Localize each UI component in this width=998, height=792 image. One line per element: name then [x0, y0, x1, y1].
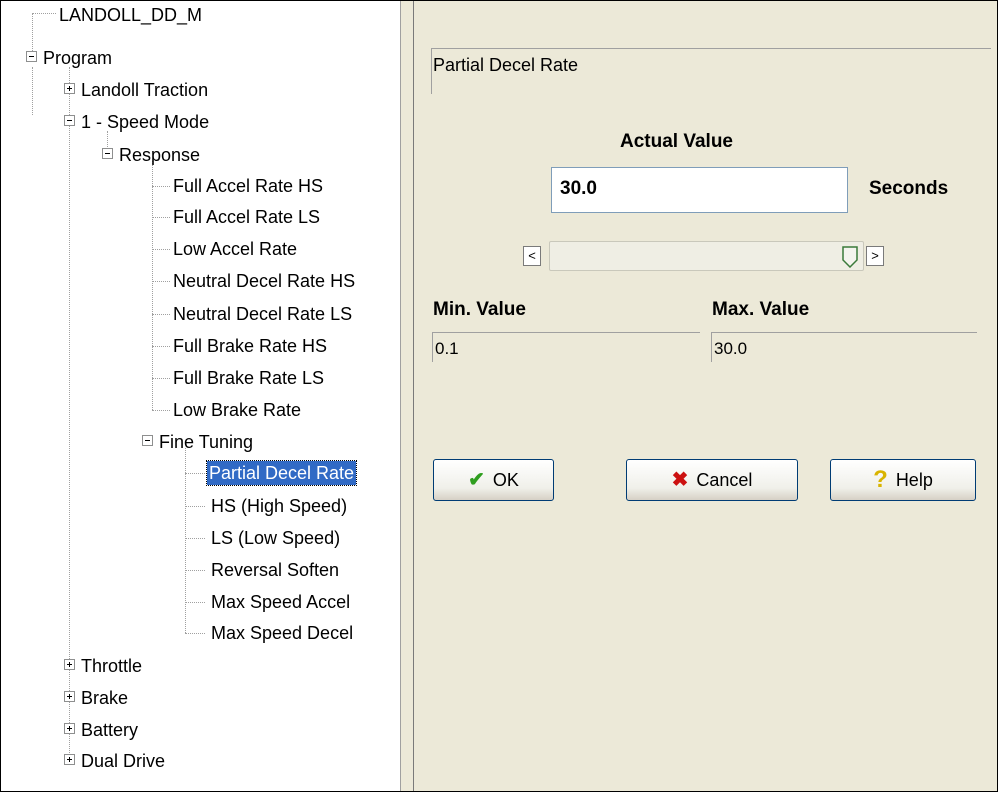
- min-value-field: 0.1: [432, 332, 700, 362]
- collapse-icon[interactable]: [102, 148, 113, 159]
- max-value-label: Max. Value: [712, 299, 810, 320]
- tree-node-label[interactable]: Max Speed Decel: [209, 621, 355, 645]
- tree-line: [152, 217, 170, 218]
- group-divider: [431, 48, 991, 49]
- tree-node-label[interactable]: Response: [117, 143, 202, 167]
- tree-line: [185, 506, 205, 507]
- question-icon: ?: [873, 466, 888, 493]
- parameter-editor-panel: Partial Decel Rate Actual Value 30.0 Sec…: [414, 1, 997, 791]
- tree-node-label[interactable]: Landoll Traction: [79, 78, 210, 102]
- actual-value-label: Actual Value: [620, 131, 733, 152]
- collapse-icon[interactable]: [142, 435, 153, 446]
- tree-node-label[interactable]: Full Accel Rate HS: [171, 174, 325, 198]
- tree-node-label[interactable]: Reversal Soften: [209, 558, 341, 582]
- expand-icon[interactable]: [64, 754, 75, 765]
- tree-line: [152, 186, 170, 187]
- tree-node-label[interactable]: 1 - Speed Mode: [79, 110, 211, 134]
- tree-line: [185, 538, 205, 539]
- tree-line: [152, 161, 153, 410]
- scroll-right-button[interactable]: >: [866, 246, 884, 266]
- expand-icon[interactable]: [64, 659, 75, 670]
- pane-splitter[interactable]: [400, 1, 414, 791]
- tree-node-label[interactable]: LANDOLL_DD_M: [57, 3, 204, 27]
- tree-node-label[interactable]: Dual Drive: [79, 749, 167, 773]
- tree-node-label[interactable]: Full Brake Rate HS: [171, 334, 329, 358]
- tree-node-label[interactable]: Low Brake Rate: [171, 398, 303, 422]
- tree-line: [152, 281, 170, 282]
- tree-node-label[interactable]: Throttle: [79, 654, 144, 678]
- parameter-name: Partial Decel Rate: [433, 55, 579, 75]
- tree-line: [185, 473, 205, 474]
- max-value-field: 30.0: [711, 332, 977, 362]
- tree-node-label[interactable]: Program: [41, 46, 114, 70]
- tree-node-label[interactable]: LS (Low Speed): [209, 526, 342, 550]
- tree-node-label[interactable]: Fine Tuning: [157, 430, 255, 454]
- expand-icon[interactable]: [64, 691, 75, 702]
- help-button[interactable]: ? Help: [830, 459, 976, 501]
- tree-node-label[interactable]: Neutral Decel Rate HS: [171, 269, 357, 293]
- ok-button-label: OK: [492, 469, 519, 490]
- chevron-left-icon: <: [528, 248, 536, 263]
- tree-node-label[interactable]: HS (High Speed): [209, 494, 349, 518]
- tree-line: [185, 602, 205, 603]
- expand-icon[interactable]: [64, 723, 75, 734]
- x-icon: ✖: [671, 469, 689, 491]
- collapse-icon[interactable]: [64, 115, 75, 126]
- tree-node-label[interactable]: Brake: [79, 686, 130, 710]
- group-divider: [431, 48, 432, 94]
- tree-line: [69, 67, 70, 761]
- actual-value-input[interactable]: 30.0: [551, 167, 848, 213]
- checkmark-icon: ✔: [468, 469, 485, 491]
- expand-icon[interactable]: [64, 83, 75, 94]
- tree-line: [152, 249, 170, 250]
- value-slider[interactable]: [549, 241, 864, 271]
- tree-line: [185, 570, 205, 571]
- units-label: Seconds: [869, 178, 949, 199]
- help-button-label: Help: [895, 469, 933, 490]
- chevron-right-icon: >: [871, 248, 879, 263]
- tree-line: [152, 410, 170, 411]
- tree-line: [152, 346, 170, 347]
- tree-line: [32, 67, 33, 115]
- ok-button[interactable]: ✔ OK: [433, 459, 554, 501]
- cancel-button-label: Cancel: [696, 469, 753, 490]
- tree-node-label-selected[interactable]: Partial Decel Rate: [205, 460, 358, 486]
- scroll-left-button[interactable]: <: [523, 246, 541, 266]
- collapse-icon[interactable]: [26, 51, 37, 62]
- cancel-button[interactable]: ✖ Cancel: [626, 459, 798, 501]
- tree-node-label[interactable]: Low Accel Rate: [171, 237, 299, 261]
- tree-line: [152, 378, 170, 379]
- tree-line: [152, 314, 170, 315]
- slider-thumb[interactable]: [842, 246, 858, 268]
- min-value-label: Min. Value: [433, 299, 526, 320]
- tree-node-label[interactable]: Full Accel Rate LS: [171, 205, 322, 229]
- tree-node-label[interactable]: Battery: [79, 718, 140, 742]
- tree-line: [32, 13, 56, 14]
- tree-line: [185, 448, 186, 633]
- parameter-tree[interactable]: LANDOLL_DD_M Program Landoll Traction 1 …: [1, 1, 400, 791]
- tree-line: [185, 633, 205, 634]
- tree-node-label[interactable]: Full Brake Rate LS: [171, 366, 326, 390]
- tree-node-label[interactable]: Neutral Decel Rate LS: [171, 302, 354, 326]
- tree-node-label[interactable]: Max Speed Accel: [209, 590, 352, 614]
